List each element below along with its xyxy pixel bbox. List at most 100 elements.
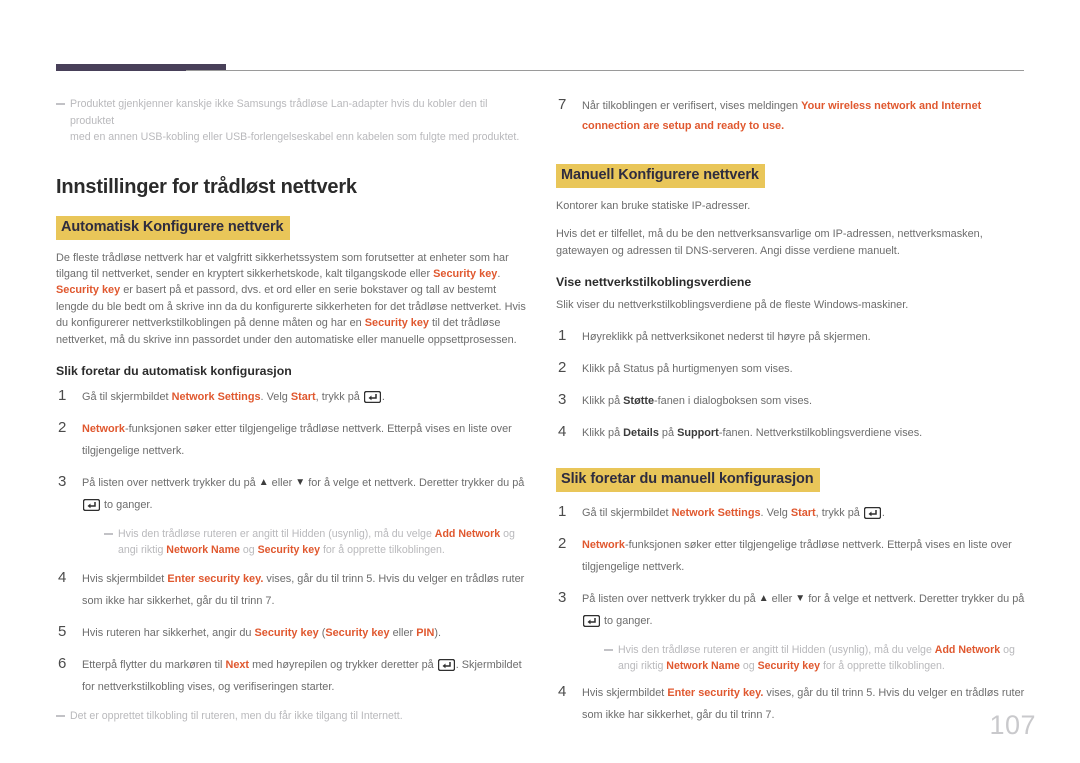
enter-key-icon	[863, 506, 881, 519]
step3-part-3: for å velge et nettverk. Deretter trykke…	[305, 476, 525, 489]
view-step3-part-2: -fanen i dialogboksen som vises.	[654, 394, 813, 407]
note-dash-icon	[104, 532, 113, 535]
arrow-up-icon: ▲	[758, 592, 769, 604]
step-number: 5	[58, 622, 67, 640]
step5-term-security-key-2: Security key	[325, 626, 390, 639]
view-step4-part-2: på	[658, 426, 678, 439]
step1-part-2: . Velg	[260, 390, 291, 403]
step5-term-security-key-1: Security key	[254, 626, 319, 639]
manual-step1-part-2: . Velg	[760, 506, 791, 519]
note-hidden-right-part-4: for å opprette tilkoblingen.	[820, 659, 945, 672]
section-heading-manual-config: Slik foretar du manuell konfigurasjon	[556, 467, 820, 492]
step-number: 4	[558, 422, 567, 440]
step5-part-3: eller	[389, 626, 417, 639]
step5-part-1: Hvis ruteren har sikkerhet, angir du	[82, 626, 255, 639]
header-rule-thin	[186, 70, 1024, 71]
step5-part-4: ).	[434, 626, 441, 639]
manual-step-item-3: 3 På listen over nettverk trykker du på ▲…	[556, 588, 1026, 632]
step6-term-next: Next	[225, 658, 250, 671]
page-number: 107	[989, 710, 1036, 740]
manual-step-item-4: 4 Hvis skjermbildet Enter security key. v…	[556, 682, 1026, 726]
manual-step-item-2: 2 Network-funksjonen søker etter tilgjeng…	[556, 534, 1026, 578]
step7-part-1: Når tilkoblingen er verifisert, vises me…	[582, 100, 802, 112]
step-number: 6	[58, 654, 67, 672]
note-hidden-term-security-key: Security key	[257, 543, 320, 556]
manual-step3-part-2: eller	[768, 592, 796, 605]
arrow-up-icon: ▲	[258, 476, 269, 488]
view-step4-part-1: Klikk på	[582, 426, 624, 439]
top-note-line-1: Produktet gjenkjenner kanskje ikke Samsu…	[70, 98, 488, 127]
note-dash-icon	[604, 648, 613, 651]
note-hidden-right-term-network-name: Network Name	[666, 659, 740, 672]
view-step-item-1: 1 Høyreklikk på nettverksikonet nederst t…	[556, 326, 1026, 348]
header-rule-group	[56, 62, 1024, 74]
left-column: Produktet gjenkjenner kanskje ikke Samsu…	[56, 96, 526, 724]
manual-step1-part-3: , trykk på	[815, 506, 863, 519]
step6-part-2: med høyrepilen og trykker deretter på	[249, 658, 437, 671]
enter-key-icon	[437, 658, 455, 671]
step-number: 2	[558, 358, 567, 376]
step-number: 1	[558, 502, 567, 520]
enter-key-icon	[363, 390, 381, 403]
step1-term-network-settings: Network Settings	[171, 390, 261, 403]
view-step3-part-1: Klikk på	[582, 394, 624, 407]
step2-part-1: -funksjonen søker etter tilgjengelige tr…	[82, 422, 512, 457]
step4-part-1: Hvis skjermbildet	[82, 572, 168, 585]
manual-step3-part-4: to ganger.	[601, 614, 653, 627]
step6-part-1: Etterpå flytter du markøren til	[82, 658, 226, 671]
section-heading-automatic: Automatisk Konfigurere nettverk	[56, 215, 290, 240]
note-hidden-part-3: og	[239, 543, 258, 556]
view-step4-term-support: Support	[677, 426, 719, 439]
manual-step2-term-network: Network	[582, 538, 625, 551]
paragraph-windows: Slik viser du nettverkstilkoblingsverdie…	[556, 299, 909, 312]
step3-part-2: eller	[268, 476, 296, 489]
view-step1-text: Høyreklikk på nettverksikonet nederst ti…	[582, 330, 871, 343]
subheading-view-values: Vise nettverkstilkoblingsverdiene	[556, 275, 752, 290]
manual-step1-term-start: Start	[790, 506, 816, 519]
step-item-5: 5 Hvis ruteren har sikkerhet, angir du Se…	[56, 622, 526, 644]
bottom-note-left: Det er opprettet tilkobling til ruteren,…	[56, 708, 526, 725]
arrow-down-icon: ▼	[295, 476, 306, 488]
arrow-down-icon: ▼	[795, 592, 806, 604]
view-step4-term-details: Details	[623, 426, 659, 439]
note-hidden-term-network-name: Network Name	[166, 543, 240, 556]
right-column: 7 Når tilkoblingen er verifisert, vises m…	[556, 96, 1026, 736]
manual-step1-part-1: Gå til skjermbildet	[582, 506, 672, 519]
manual-step2-part-1: -funksjonen søker etter tilgjengelige tr…	[582, 538, 1012, 573]
view-step-item-2: 2 Klikk på Status på hurtigmenyen som vis…	[556, 358, 1026, 380]
note-hidden-right-term-add-network: Add Network	[934, 643, 1001, 656]
manual-step4-part-1: Hvis skjermbildet	[582, 686, 668, 699]
step1-part-1: Gå til skjermbildet	[82, 390, 172, 403]
step-number: 4	[58, 568, 67, 586]
step-number: 3	[58, 472, 67, 490]
step2-term-network: Network	[82, 422, 125, 435]
step-item-4: 4 Hvis skjermbildet Enter security key. v…	[56, 568, 526, 612]
manual-step3-part-1: På listen over nettverk trykker du på	[582, 592, 759, 605]
top-note: Produktet gjenkjenner kanskje ikke Samsu…	[56, 96, 526, 146]
step-number: 3	[558, 390, 567, 408]
bottom-note-text: Det er opprettet tilkobling til ruteren,…	[70, 709, 403, 722]
intro-term-security-key-3: Security key	[364, 317, 429, 330]
section-heading-manual: Manuell Konfigurere nettverk	[556, 164, 765, 188]
step-item-2: 2 Network-funksjonen søker etter tilgjeng…	[56, 418, 526, 462]
manual-step1-part-4: .	[881, 506, 885, 519]
subheading-automatic-config: Slik foretar du automatisk konfigurasjon	[56, 363, 292, 378]
top-note-line-2: med en annen USB-kobling eller USB-forle…	[70, 131, 520, 143]
manual-step4-term-enter-security-key: Enter security key.	[667, 686, 764, 699]
enter-key-icon	[83, 498, 100, 511]
step3-part-4: to ganger.	[101, 498, 153, 511]
step-item-3: 3 På listen over nettverk trykker du på ▲…	[56, 472, 526, 516]
step-number: 2	[558, 534, 567, 552]
step-item-6: 6 Etterpå flytter du markøren til Next me…	[56, 654, 526, 698]
manual-page: Produktet gjenkjenner kanskje ikke Samsu…	[0, 0, 1080, 763]
step-number: 1	[58, 386, 67, 404]
intro-part-2: .	[497, 267, 501, 280]
intro-term-security-key-1: Security key	[433, 267, 498, 280]
step1-part-4: .	[381, 390, 385, 403]
step-item-7: 7 Når tilkoblingen er verifisert, vises m…	[556, 96, 1026, 136]
manual-step-item-1: 1 Gå til skjermbildet Network Settings. V…	[556, 502, 1026, 524]
note-dash-icon	[56, 103, 65, 105]
step3-part-1: På listen over nettverk trykker du på	[82, 476, 259, 489]
note-hidden-right-part-3: og	[739, 659, 758, 672]
